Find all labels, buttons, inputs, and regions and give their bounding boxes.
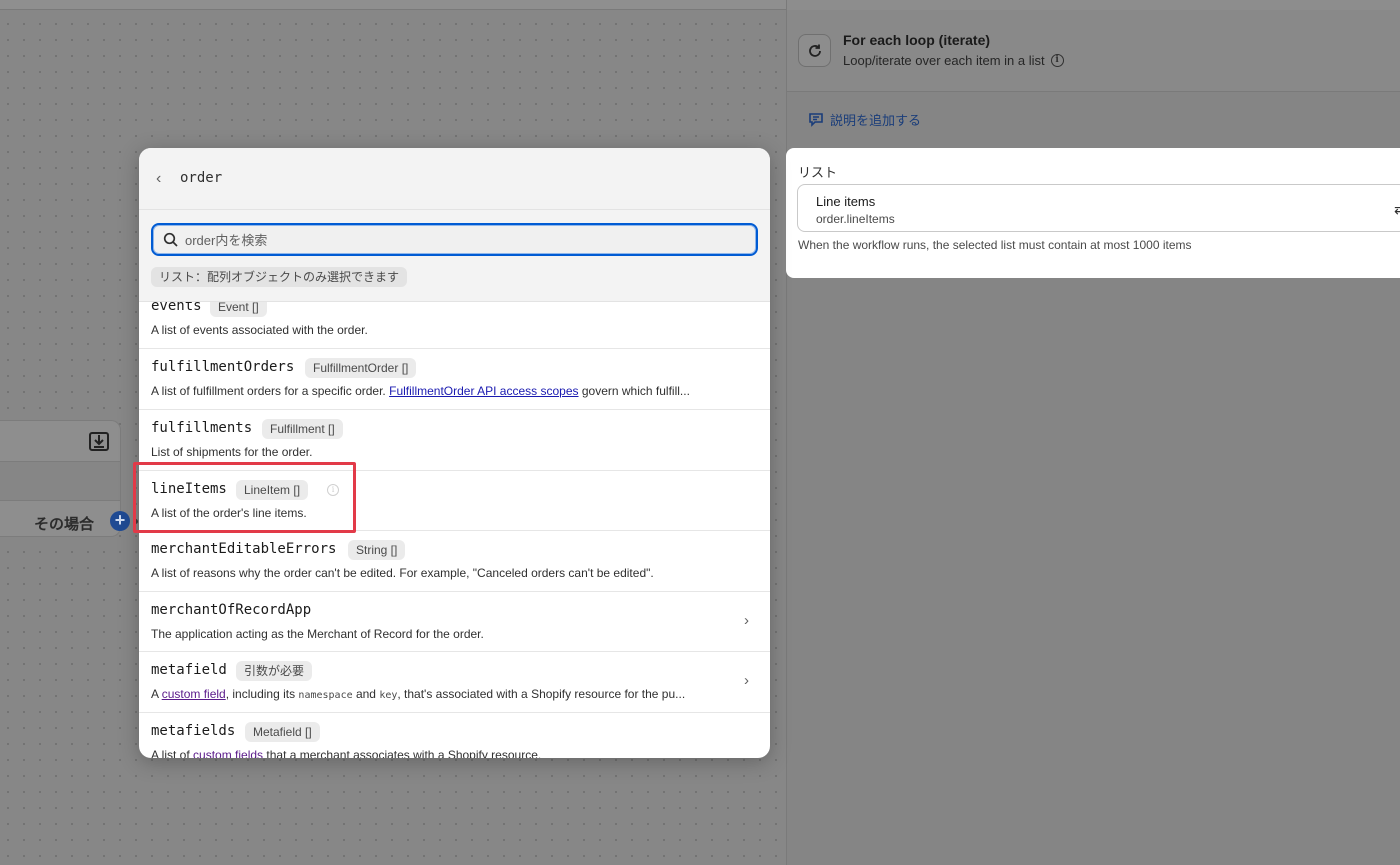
- desc-text: and: [352, 687, 380, 701]
- field-name: fulfillments: [151, 420, 253, 436]
- custom-field-link[interactable]: custom field: [162, 687, 226, 701]
- field-description: A list of custom fields that a merchant …: [151, 748, 541, 758]
- list-item[interactable]: merchantEditableErrors String [] A list …: [139, 531, 770, 592]
- list-item[interactable]: lineItems LineItem [] i A list of the or…: [139, 471, 770, 531]
- desc-text: that a merchant associates with a Shopif…: [263, 748, 542, 758]
- info-icon[interactable]: i: [1050, 54, 1064, 67]
- swap-icon[interactable]: ⇄: [1394, 201, 1400, 218]
- comment-icon: [809, 113, 823, 127]
- list-field-title: Line items: [816, 194, 876, 209]
- desc-text: govern which fulfill...: [578, 384, 690, 398]
- field-description: The application acting as the Merchant o…: [151, 627, 484, 641]
- popover-title: order: [180, 170, 223, 186]
- list-field-path: order.lineItems: [816, 212, 895, 226]
- list-help-text: When the workflow runs, the selected lis…: [798, 238, 1192, 252]
- field-type-badge: Event []: [210, 302, 267, 317]
- list-item[interactable]: events Event [] A list of events associa…: [139, 302, 770, 349]
- field-name: merchantEditableErrors: [151, 541, 337, 557]
- chevron-right-icon[interactable]: ›: [744, 672, 749, 689]
- desc-text: A list of: [151, 748, 194, 758]
- panel-subtitle: Loop/iterate over each item in a list i: [843, 53, 1064, 68]
- desc-text: A: [151, 687, 162, 701]
- popover-header: ‹ order: [139, 148, 770, 210]
- plus-icon[interactable]: +: [110, 511, 130, 531]
- add-description-link[interactable]: 説明を追加する: [808, 110, 921, 129]
- custom-fields-link[interactable]: custom fields: [193, 748, 263, 758]
- field-description: A list of events associated with the ord…: [151, 323, 368, 337]
- list-item[interactable]: fulfillmentOrders FulfillmentOrder [] A …: [139, 349, 770, 410]
- field-name: merchantOfRecordApp: [151, 602, 312, 618]
- list-field-selector[interactable]: Line items order.lineItems ⇄: [797, 184, 1400, 232]
- search-box[interactable]: [151, 223, 758, 256]
- field-type-badge: Metafield []: [245, 722, 320, 742]
- field-type-badge: 引数が必要: [236, 661, 313, 681]
- connector-dot[interactable]: [133, 519, 138, 524]
- api-scopes-link[interactable]: FulfillmentOrder API access scopes: [389, 384, 578, 398]
- field-name: fulfillmentOrders: [151, 359, 295, 375]
- list-setting-card: リスト Line items order.lineItems ⇄ When th…: [786, 148, 1400, 278]
- info-icon[interactable]: i: [327, 484, 339, 496]
- field-description: List of shipments for the order.: [151, 445, 313, 459]
- search-icon: [163, 232, 178, 247]
- search-input[interactable]: [185, 229, 745, 251]
- field-description: A list of fulfillment orders for a speci…: [151, 384, 690, 398]
- node-row: [0, 461, 120, 501]
- field-description: A custom field, including its namespace …: [151, 687, 685, 701]
- add-description-label: 説明を追加する: [830, 113, 922, 128]
- field-name: events: [151, 302, 202, 314]
- list-label: リスト: [798, 165, 838, 180]
- code-key: key: [379, 690, 398, 701]
- field-list: events Event [] A list of events associa…: [139, 302, 770, 758]
- field-type-badge: LineItem []: [236, 480, 309, 500]
- field-name: lineItems: [151, 481, 227, 497]
- chevron-right-icon[interactable]: ›: [744, 612, 749, 629]
- list-item[interactable]: merchantOfRecordApp The application acti…: [139, 592, 770, 652]
- canvas-top-bar: [0, 0, 786, 10]
- list-item[interactable]: metafield 引数が必要 A custom field, includin…: [139, 652, 770, 713]
- list-item[interactable]: fulfillments Fulfillment [] List of ship…: [139, 410, 770, 471]
- desc-text: , that's associated with a Shopify resou…: [397, 687, 686, 701]
- download-icon[interactable]: [88, 430, 110, 452]
- desc-text: A list of fulfillment orders for a speci…: [151, 384, 390, 398]
- panel-subtitle-text: Loop/iterate over each item in a list: [843, 53, 1045, 68]
- panel-top-strip: [787, 0, 1400, 10]
- panel-title: For each loop (iterate): [843, 32, 991, 48]
- field-name: metafields: [151, 723, 236, 739]
- refresh-icon: [798, 34, 831, 67]
- list-item[interactable]: metafields Metafield [] A list of custom…: [139, 713, 770, 758]
- node-branch-label: その場合: [34, 516, 95, 533]
- search-zone: リスト：配列オブジェクトのみ選択できます: [139, 210, 770, 302]
- panel-header: For each loop (iterate) Loop/iterate ove…: [787, 10, 1400, 92]
- code-namespace: namespace: [298, 690, 353, 701]
- field-picker-popover: ‹ order リスト：配列オブジェクトのみ選択できます events Even…: [139, 148, 770, 758]
- field-type-badge: FulfillmentOrder []: [305, 358, 417, 378]
- field-description: A list of reasons why the order can't be…: [151, 566, 654, 580]
- step-config-panel: For each loop (iterate) Loop/iterate ove…: [786, 0, 1400, 865]
- field-type-badge: Fulfillment []: [262, 419, 343, 439]
- workflow-node[interactable]: その場合: [0, 420, 121, 537]
- back-chevron-icon[interactable]: ‹: [156, 170, 170, 188]
- filter-note: リスト：配列オブジェクトのみ選択できます: [151, 267, 408, 287]
- field-name: metafield: [151, 662, 227, 678]
- field-type-badge: String []: [348, 540, 406, 560]
- field-description: A list of the order's line items.: [151, 506, 307, 520]
- desc-text: , including its: [225, 687, 299, 701]
